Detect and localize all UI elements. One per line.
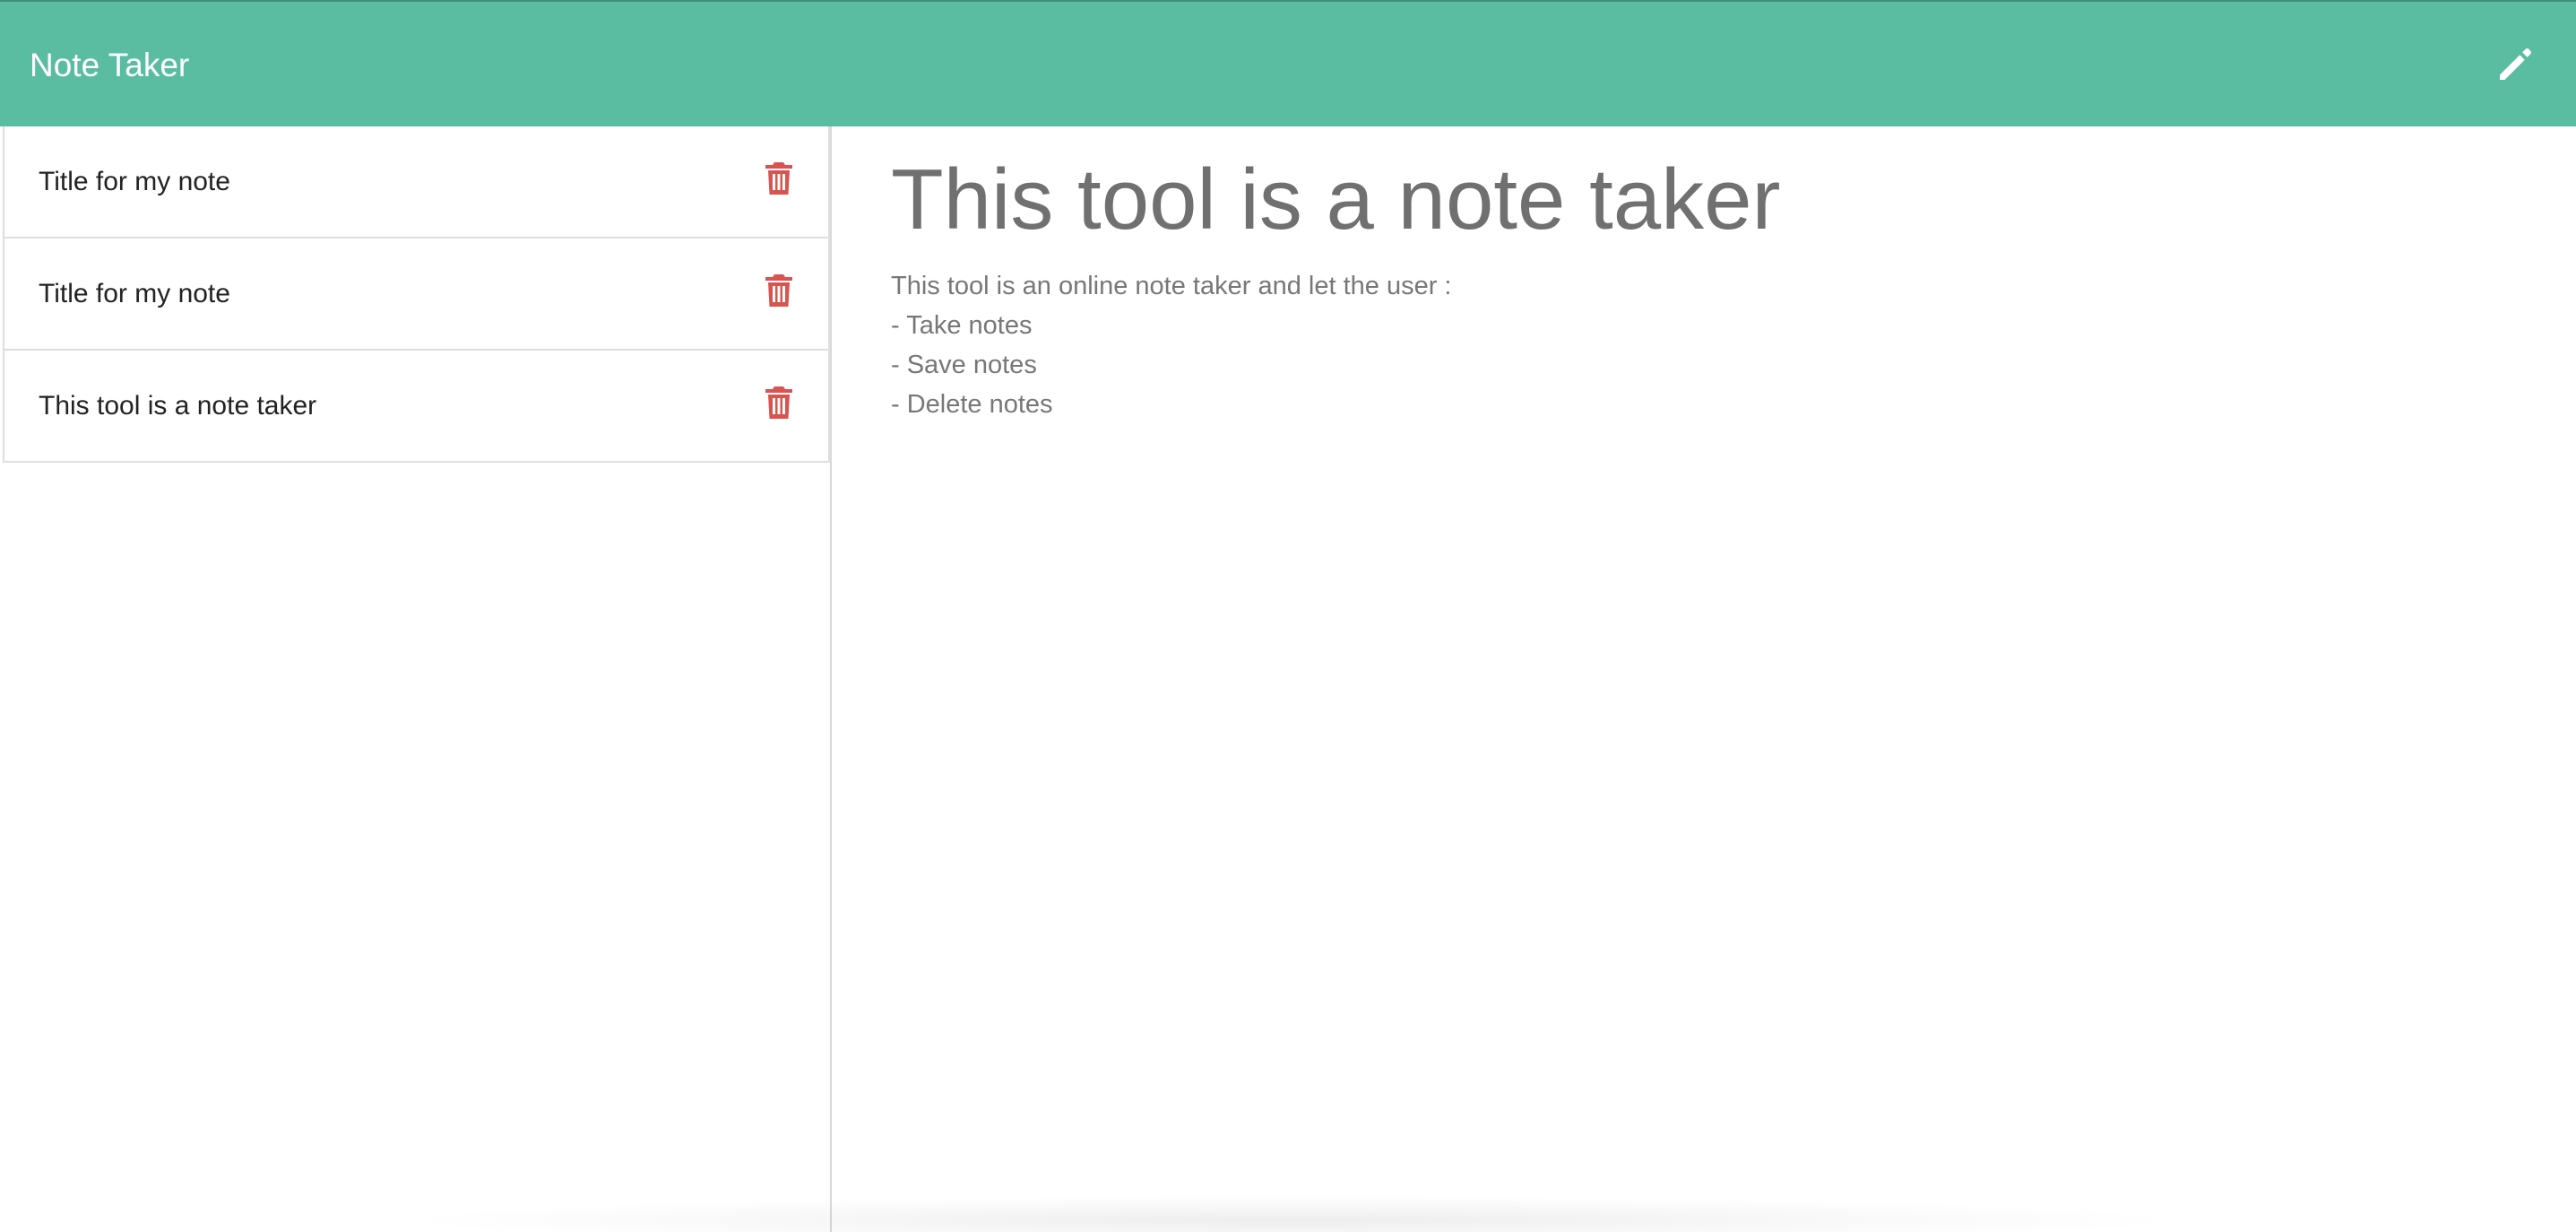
- trash-icon: [765, 386, 792, 419]
- list-item[interactable]: Title for my note: [3, 239, 830, 351]
- note-title: Title for my note: [39, 167, 230, 196]
- new-note-button[interactable]: [2488, 36, 2542, 90]
- list-item[interactable]: Title for my note: [3, 126, 830, 239]
- notes-sidebar: Title for my note Title for my note This…: [0, 126, 832, 1232]
- note-title-field[interactable]: This tool is a note taker: [891, 146, 2504, 254]
- note-taker-app: Note Taker Title for my note Title for m…: [0, 0, 2576, 1232]
- list-item[interactable]: This tool is a note taker: [3, 351, 830, 463]
- delete-note-button[interactable]: [762, 159, 796, 198]
- app-title[interactable]: Note Taker: [30, 43, 189, 88]
- trash-icon: [765, 274, 792, 307]
- top-navbar: Note Taker: [0, 0, 2576, 126]
- note-list: Title for my note Title for my note This…: [0, 126, 830, 463]
- note-title: This tool is a note taker: [39, 391, 317, 421]
- note-title: Title for my note: [39, 279, 230, 308]
- delete-note-button[interactable]: [762, 271, 796, 310]
- note-text-area[interactable]: This tool is an online note taker and le…: [891, 266, 2486, 424]
- delete-note-button[interactable]: [762, 383, 796, 422]
- pencil-icon: [2500, 48, 2531, 80]
- note-editor: This tool is a note taker This tool is a…: [834, 126, 2576, 1232]
- trash-icon: [765, 162, 792, 195]
